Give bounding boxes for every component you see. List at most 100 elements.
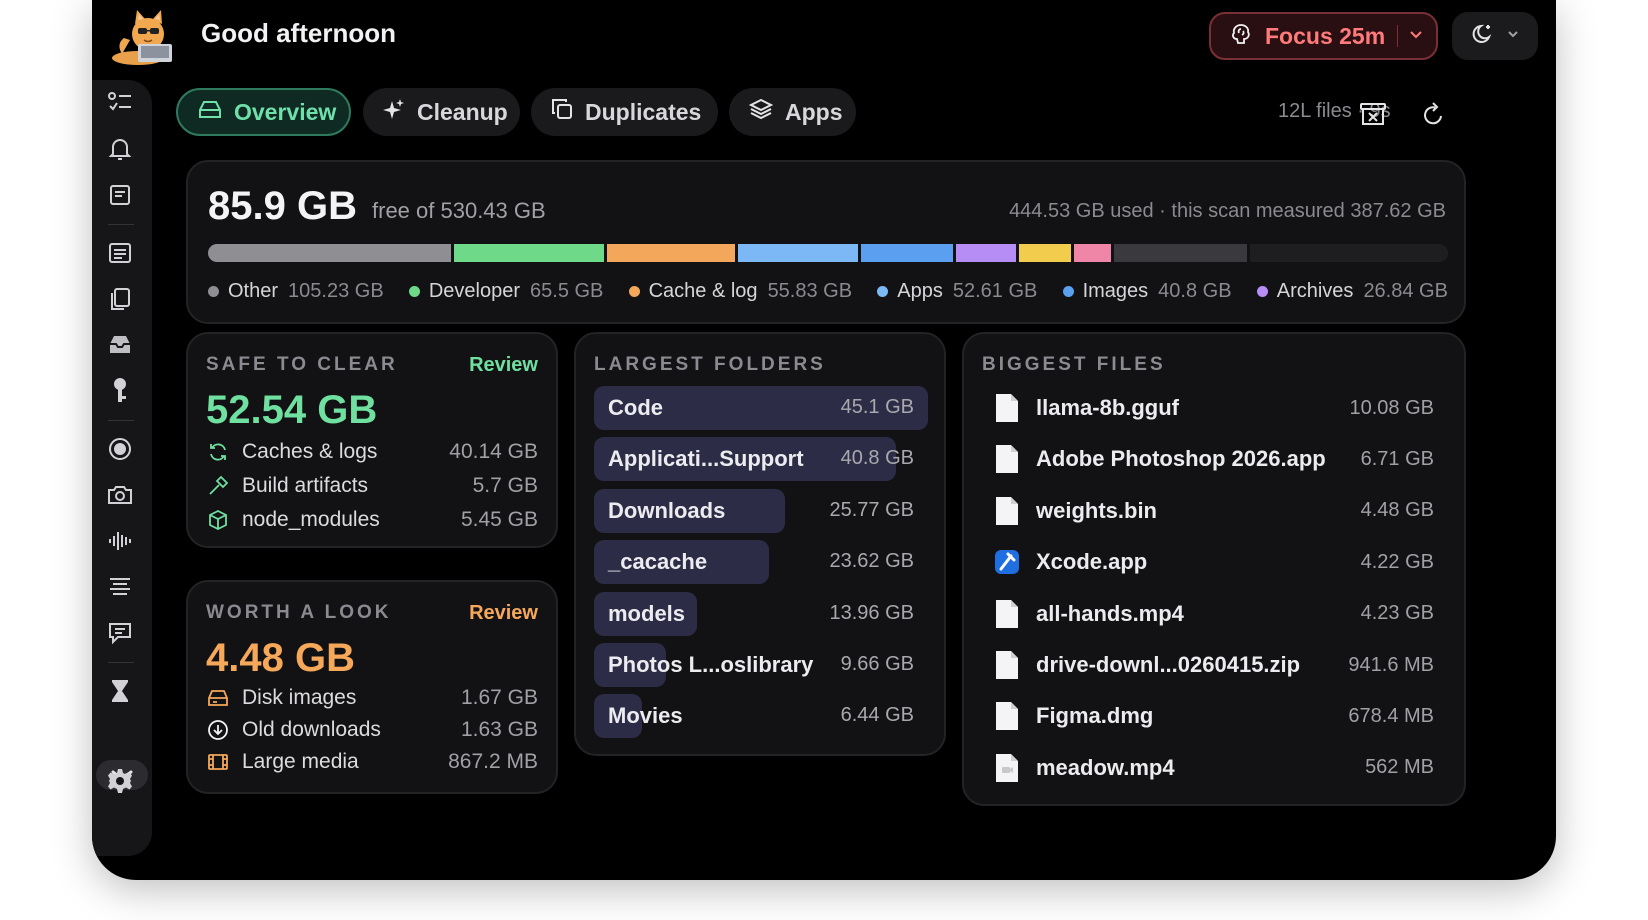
tab-overview[interactable]: Overview [176,88,351,136]
tab-label: Apps [785,98,843,125]
film-icon [206,750,230,774]
notes-icon[interactable] [105,180,135,210]
legend-item: Other 105.23 GB [208,280,384,303]
waveform-icon[interactable] [105,526,135,556]
file-icon [996,496,1018,525]
folder-row[interactable]: Photos L...oslibrary 9.66 GB [594,643,928,687]
cat-avatar-icon [108,8,176,66]
file-row[interactable]: Xcode.app 4.22 GB [994,542,1434,582]
key-icon[interactable] [105,376,135,406]
legend-item: Cache & log 55.83 GB [628,280,852,303]
list-item[interactable]: Caches & logs 40.14 GB [206,436,538,468]
chevron-down-icon[interactable] [1408,26,1424,47]
folder-row[interactable]: Movies 6.44 GB [594,694,928,739]
file-row[interactable]: meadow.mp4 562 MB [994,748,1434,788]
storage-summary-card: 85.9 GB free of 530.43 GB 444.53 GB used… [186,160,1466,324]
usage-segment [1114,244,1247,262]
file-icon [996,445,1018,474]
usage-legend: Other 105.23 GB Developer 65.5 GB Cache & lo… [208,280,1448,303]
file-row[interactable]: all-hands.mp4 4.23 GB [994,594,1434,634]
tab-apps[interactable]: Apps [729,88,856,136]
folder-row[interactable]: _cacache 23.62 GB [594,540,928,585]
review-worth-button[interactable]: Review [469,602,538,625]
file-icon [996,702,1018,731]
folder-row[interactable]: Downloads 25.77 GB [594,488,928,533]
focus-timer-button[interactable]: Focus 25m [1209,12,1438,60]
record-icon[interactable] [105,434,135,464]
folder-row[interactable]: Applicati...Support 40.8 GB [594,437,928,482]
app-window: Good afternoon Focus 25m Overview Cleanu… [92,0,1556,880]
download-icon [206,718,230,742]
xcode-icon [995,550,1019,575]
brain-icon [1229,22,1253,51]
tab-duplicates[interactable]: Duplicates [531,88,718,136]
list-item[interactable]: Large media 867.2 MB [206,746,538,778]
free-segment [1249,244,1448,262]
usage-segment [737,244,858,262]
legend-dot [877,286,889,297]
package-icon [206,508,230,532]
chevron-down-icon [1506,27,1520,46]
file-icon [996,651,1018,679]
hourglass-icon[interactable] [105,676,135,706]
video-file-icon [996,753,1018,782]
tab-label: Duplicates [585,98,702,125]
tab-label: Cleanup [417,98,508,125]
chat-icon[interactable] [105,618,135,648]
list-item[interactable]: node_modules 5.45 GB [206,504,538,536]
usage-segment [1073,244,1112,262]
legend-dot [408,286,420,297]
layers-icon [748,97,774,127]
tab-label: Overview [234,98,337,125]
file-row[interactable]: weights.bin 4.48 GB [994,491,1434,531]
hammer-icon [206,474,230,498]
free-space-label: free of 530.43 GB [372,198,546,223]
list-item[interactable]: Build artifacts 5.7 GB [206,470,538,502]
theme-toggle-button[interactable] [1452,12,1538,60]
camera-icon[interactable] [105,480,135,510]
list-item[interactable]: Disk images 1.67 GB [206,682,538,714]
file-icon [996,394,1018,422]
worth-total-value: 4.48 GB [206,636,355,680]
list-icon[interactable] [105,238,135,268]
moon-sparkle-icon [1470,21,1496,52]
biggest-files-card: BIGGEST FILES llama-8b.gguf 10.08 GB Adobe… [962,332,1466,806]
file-row[interactable]: Adobe Photoshop 2026.app 6.71 GB [994,439,1434,479]
tray-icon[interactable] [105,330,135,360]
card-title: SAFE TO CLEAR [206,354,398,375]
usage-segment [860,244,953,262]
greeting-title: Good afternoon [201,18,396,48]
file-row[interactable]: drive-downl...0260415.zip 941.6 MB [994,645,1434,685]
bell-icon[interactable] [105,134,135,164]
list-item[interactable]: Old downloads 1.63 GB [206,714,538,746]
legend-item: Images 40.8 GB [1062,280,1232,303]
refresh-icon[interactable] [1418,99,1448,129]
free-space-value: 85.9 GB [208,184,357,228]
disk-drive-icon [198,98,222,126]
legend-dot [1062,286,1074,297]
file-row[interactable]: llama-8b.gguf 10.08 GB [994,388,1434,428]
usage-bar [208,244,1448,262]
file-row[interactable]: Figma.dmg 678.4 MB [994,696,1434,736]
text-lines-icon[interactable] [105,572,135,602]
tab-cleanup[interactable]: Cleanup [363,88,520,136]
usage-segment [956,244,1016,262]
largest-folders-card: LARGEST FOLDERS Code 45.1 GB Applicati...S… [574,332,946,756]
legend-item: Archives 26.84 GB [1256,280,1448,303]
disk-icon [206,686,230,710]
review-safe-button[interactable]: Review [469,354,538,377]
gear-icon[interactable] [105,766,135,796]
card-title: BIGGEST FILES [982,354,1166,375]
card-title: LARGEST FOLDERS [594,354,826,375]
documents-icon[interactable] [105,284,135,314]
usage-segment [1018,244,1071,262]
legend-item: Apps 52.61 GB [877,280,1037,303]
folder-row[interactable]: models 13.96 GB [594,591,928,636]
trash-bin-icon[interactable] [1358,99,1388,129]
checklist-icon[interactable] [105,88,135,118]
usage-segment [208,244,451,262]
folder-row[interactable]: Code 45.1 GB [594,386,928,430]
worth-a-look-card: WORTH A LOOK Review 4.48 GB Disk images … [186,580,558,794]
refresh-icon [206,440,230,464]
legend-dot [628,286,640,297]
